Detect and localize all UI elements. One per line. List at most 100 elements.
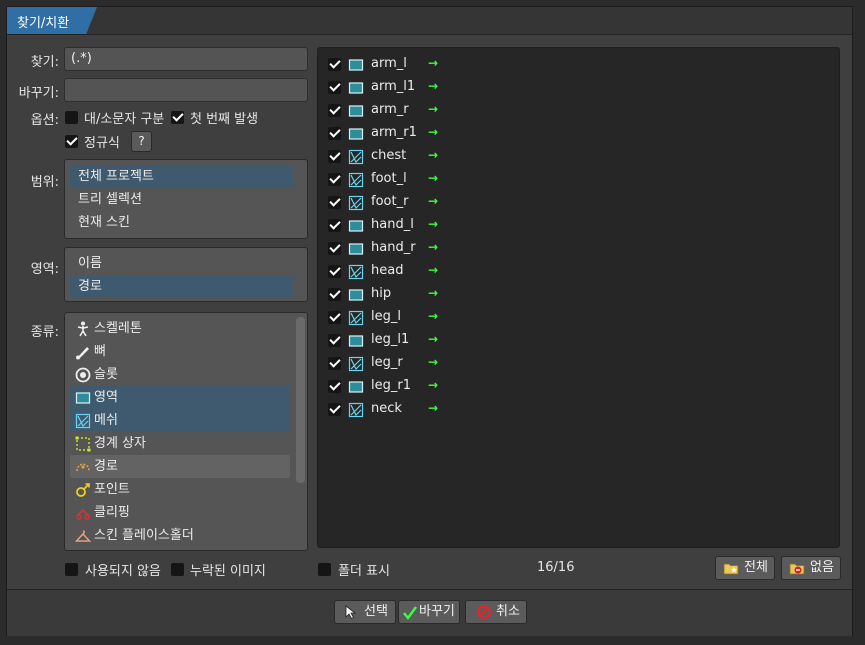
result-row[interactable]: head → [328, 260, 448, 283]
result-name: foot_r [371, 194, 409, 209]
area-label: 영역: [30, 262, 59, 277]
region-icon [348, 381, 364, 393]
select-none-button[interactable]: 없음 [781, 556, 841, 580]
replace-input[interactable] [64, 78, 308, 102]
result-name: leg_r1 [371, 378, 411, 393]
result-checkbox[interactable] [328, 403, 341, 416]
result-row[interactable]: arm_l1 → [328, 76, 448, 99]
mesh-icon [348, 402, 364, 418]
cancel-icon [477, 605, 491, 619]
result-checkbox[interactable] [328, 58, 341, 71]
result-checkbox[interactable] [328, 242, 341, 255]
result-row[interactable]: leg_l1 → [328, 329, 448, 352]
title-tab[interactable]: 찾기/치환 [7, 7, 97, 34]
replace-button[interactable]: 바꾸기 [398, 600, 460, 624]
result-row[interactable]: hand_r → [328, 237, 448, 260]
type-item-path[interactable]: 경로 [70, 455, 290, 478]
region-icon [348, 243, 364, 255]
region-icon [348, 335, 364, 347]
scope-item[interactable]: 트리 셀렉션 [70, 188, 294, 211]
types-list: 스켈레톤 뼈 슬롯 영역 메쉬 경계 상자 경로 포인트 클리핑 스킨 플레이스… [64, 312, 308, 551]
result-row[interactable]: arm_r → [328, 99, 448, 122]
result-checkbox[interactable] [328, 265, 341, 278]
result-checkbox[interactable] [328, 219, 341, 232]
first-occurrence-checkbox[interactable] [171, 111, 184, 124]
result-checkbox[interactable] [328, 357, 341, 370]
result-row[interactable]: neck → [328, 398, 448, 421]
type-item-mesh[interactable]: 메쉬 [70, 409, 290, 432]
cursor-icon [345, 605, 357, 620]
result-row[interactable]: hand_l → [328, 214, 448, 237]
result-row[interactable]: arm_l → [328, 53, 448, 76]
title-bar: 찾기/치환 [7, 7, 852, 35]
arrow-right-icon: → [428, 125, 439, 139]
result-name: hip [371, 286, 392, 301]
type-item-skeleton[interactable]: 스켈레톤 [70, 317, 290, 340]
result-checkbox[interactable] [328, 127, 341, 140]
skeleton-icon [77, 321, 89, 337]
replace-button-label: 바꾸기 [419, 604, 455, 619]
result-row[interactable]: arm_r1 → [328, 122, 448, 145]
results-list: arm_l → arm_l1 → arm_r → arm_r1 → chest → foot_l → f… [317, 47, 840, 548]
help-button[interactable]: ? [131, 131, 152, 152]
result-name: arm_l1 [371, 79, 416, 94]
case-sensitive-checkbox[interactable] [65, 111, 78, 124]
find-input[interactable]: (.*) [64, 47, 308, 71]
missing-images-checkbox[interactable] [171, 563, 184, 576]
type-item-region[interactable]: 영역 [70, 386, 290, 409]
result-checkbox[interactable] [328, 173, 341, 186]
arrow-right-icon: → [428, 286, 439, 300]
result-row[interactable]: leg_r → [328, 352, 448, 375]
types-scrollbar[interactable] [296, 317, 305, 483]
path-icon [76, 463, 90, 472]
arrow-right-icon: → [428, 194, 439, 208]
result-row[interactable]: foot_l → [328, 168, 448, 191]
regex-checkbox[interactable] [65, 135, 78, 148]
arrow-right-icon: → [428, 217, 439, 231]
arrow-right-icon: → [428, 240, 439, 254]
type-item-slot[interactable]: 슬롯 [70, 363, 290, 386]
area-item[interactable]: 이름 [70, 252, 294, 275]
point-icon [76, 483, 90, 497]
result-row[interactable]: chest → [328, 145, 448, 168]
result-checkbox[interactable] [328, 150, 341, 163]
result-checkbox[interactable] [328, 196, 341, 209]
show-folders-checkbox[interactable] [318, 563, 331, 576]
result-row[interactable]: leg_r1 → [328, 375, 448, 398]
scope-item[interactable]: 현재 스킨 [70, 211, 294, 234]
arrow-right-icon: → [428, 309, 439, 323]
cancel-button[interactable]: 취소 [465, 600, 527, 624]
scope-item[interactable]: 전체 프로젝트 [70, 165, 294, 188]
type-item-bounding-box[interactable]: 경계 상자 [70, 432, 290, 455]
result-name: neck [371, 401, 402, 416]
folder-star-icon [723, 563, 739, 575]
result-row[interactable]: leg_l → [328, 306, 448, 329]
type-label: 스킨 플레이스홀더 [94, 528, 194, 543]
result-checkbox[interactable] [328, 81, 341, 94]
types-label: 종류: [30, 325, 59, 340]
region-icon [348, 128, 364, 140]
type-label: 경계 상자 [94, 436, 146, 451]
result-checkbox[interactable] [328, 288, 341, 301]
area-item[interactable]: 경로 [70, 275, 294, 298]
type-label: 클리핑 [94, 505, 130, 520]
result-checkbox[interactable] [328, 311, 341, 324]
type-item-skin-placeholder[interactable]: 스킨 플레이스홀더 [70, 524, 290, 547]
result-checkbox[interactable] [328, 104, 341, 117]
result-row[interactable]: hip → [328, 283, 448, 306]
result-row[interactable]: foot_r → [328, 191, 448, 214]
select-label: 선택 [364, 604, 388, 619]
type-item-point[interactable]: 포인트 [70, 478, 290, 501]
result-name: leg_l1 [371, 332, 410, 347]
select-all-button[interactable]: 전체 [715, 556, 775, 580]
bone-icon [76, 347, 89, 360]
type-item-bone[interactable]: 뼈 [70, 340, 290, 363]
region-icon [348, 105, 364, 117]
clipping-icon [76, 508, 90, 520]
type-item-clipping[interactable]: 클리핑 [70, 501, 290, 524]
result-checkbox[interactable] [328, 380, 341, 393]
result-checkbox[interactable] [328, 334, 341, 347]
region-icon [348, 220, 364, 232]
select-button[interactable]: 선택 [334, 600, 396, 624]
unused-checkbox[interactable] [65, 563, 78, 576]
